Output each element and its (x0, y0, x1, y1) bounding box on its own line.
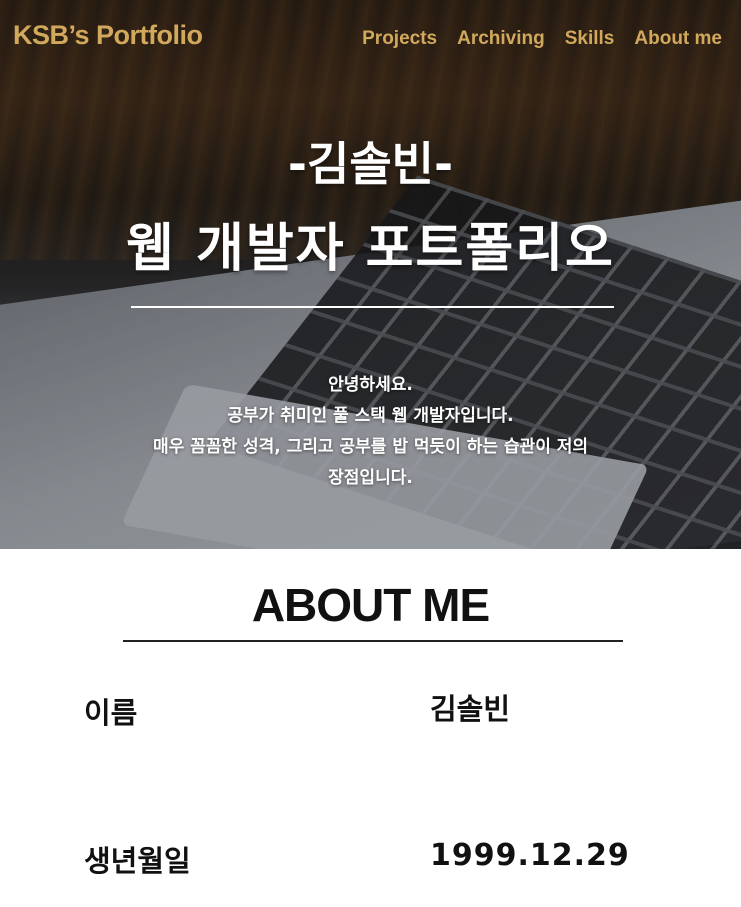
intro-line: 매우 꼼꼼한 성격, 그리고 공부를 밥 먹듯이 하는 습관이 저의 (152, 437, 589, 457)
nav-archiving[interactable]: Archiving (457, 28, 545, 50)
hero-divider (131, 306, 614, 308)
main-nav: Projects Archiving Skills About me (362, 28, 722, 50)
about-divider (123, 640, 623, 642)
site-logo[interactable]: KSB’s Portfolio (13, 20, 203, 51)
nav-projects[interactable]: Projects (362, 28, 437, 50)
about-title: ABOUT ME (251, 579, 490, 631)
birthdate-label: 생년월일 (84, 844, 191, 878)
intro-line: 안녕하세요. (328, 375, 413, 395)
nav-skills[interactable]: Skills (565, 28, 615, 50)
hero-intro: 안녕하세요. 공부가 취미인 풀 스택 웹 개발자입니다. 매우 꼼꼼한 성격,… (60, 370, 681, 494)
name-label: 이름 (84, 696, 138, 730)
intro-line: 공부가 취미인 풀 스택 웹 개발자입니다. (227, 406, 514, 426)
hero-section: KSB’s Portfolio Projects Archiving Skill… (0, 0, 741, 549)
nav-about-me[interactable]: About me (634, 28, 722, 50)
hero-name: -김솔빈- (287, 137, 454, 191)
birthdate-value: 1999.12.29 (430, 838, 630, 873)
name-value: 김솔빈 (430, 692, 511, 726)
hero-title: 웹 개발자 포트폴리오 (126, 219, 615, 279)
intro-line: 장점입니다. (328, 468, 413, 488)
